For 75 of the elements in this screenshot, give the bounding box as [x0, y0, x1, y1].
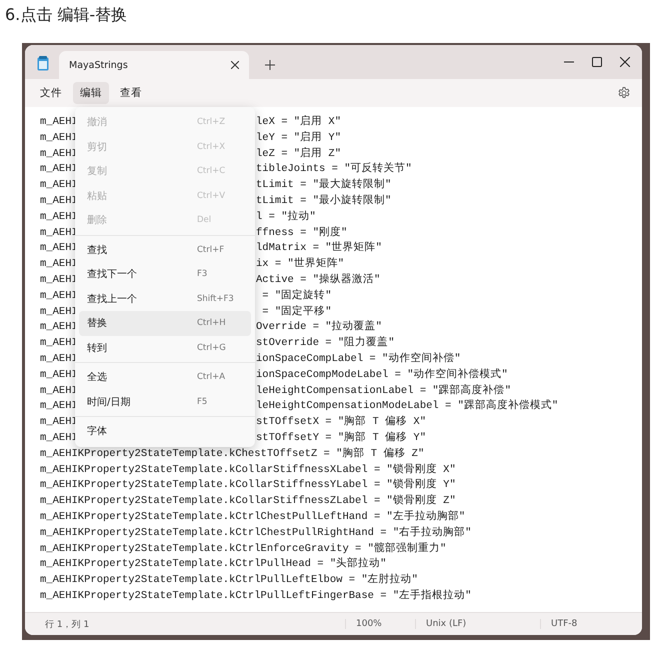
code-line: ffness = "刚度" — [256, 226, 348, 241]
code-line: m_AEHIKProperty2StateTemplate.kCtrlPullLeftElbow = "左肘拉动" — [40, 573, 418, 588]
zoom-level: 100% — [345, 619, 415, 629]
encoding: UTF-8 — [540, 619, 620, 629]
settings-icon[interactable] — [618, 87, 630, 99]
code-line: m_AEHI — [40, 400, 78, 412]
menu-item[interactable]: 查找下一个 F3 — [79, 262, 251, 286]
code-line: l = "拉动" — [256, 210, 316, 225]
menu-item[interactable]: 字体 — [79, 419, 251, 444]
code-line: stTOffsetY = "胸部 T 偏移 Y" — [256, 430, 426, 446]
line-ending: Unix (LF) — [415, 619, 540, 629]
menu-item[interactable]: 转到 Ctrl+G — [79, 336, 251, 360]
code-line: m_AEHIKProperty2StateTemplate.kCollarStiffnessYLabel = "锁骨刚度 Y" — [40, 478, 456, 494]
code-line: m_AEHI — [40, 194, 78, 207]
code-line: leZ = "启用 Z" — [256, 146, 342, 162]
code-line: tLimit = "最小旋转限制" — [256, 194, 392, 209]
code-line: stTOffsetX = "胸部 T 偏移 X" — [256, 415, 426, 430]
plus-icon[interactable] — [265, 60, 275, 70]
code-line: m_AEHIKProperty2StateTemplate.kChestTOffsetZ = "胸部 T 偏移 Z" — [40, 446, 424, 462]
menu-item[interactable]: 查找 Ctrl+F — [79, 238, 251, 262]
notepad-icon — [37, 56, 49, 71]
close-icon[interactable] — [620, 57, 630, 67]
code-line: tLimit = "最大旋转限制" — [256, 178, 392, 194]
code-line: m_AEHI — [40, 258, 78, 270]
menu-item[interactable]: 替换 Ctrl+H — [79, 311, 251, 336]
code-line: m_AEHI — [40, 148, 78, 160]
document-tab[interactable]: MayaStrings — [59, 51, 249, 79]
code-line: m_AEHI — [40, 368, 78, 381]
code-line: stOverride = "阻力覆盖" — [256, 336, 395, 352]
maximize-icon[interactable] — [592, 57, 602, 67]
code-line: m_AEHIKProperty2StateTemplate.kCtrlChestPullLeftHand = "左手拉动胸部" — [40, 510, 466, 525]
code-line: m_AEHIKProperty2StateTemplate.kCtrlPullLeftFingerBase = "左手指根拉动" — [40, 588, 472, 604]
code-line: leHeightCompensationLabel = "踝部高度补偿" — [256, 384, 512, 399]
code-line: = "固定旋转" — [261, 288, 332, 304]
code-line: m_AEHI — [40, 352, 78, 365]
menu-item[interactable]: 全选 Ctrl+A — [79, 365, 251, 390]
code-line: ix = "世界矩阵" — [256, 257, 344, 272]
code-line: m_AEHI — [40, 132, 78, 144]
code-line: leHeightCompensationModeLabel = "踝部高度补偿模式" — [256, 399, 558, 414]
menu-item[interactable]: 查找上一个 Shift+F3 — [79, 286, 251, 311]
code-line: m_AEHIKProperty2StateTemplate.kCtrlEnforceGravity = "髋部强制重力" — [40, 542, 446, 557]
code-line: m_AEHI — [40, 416, 78, 428]
code-line: m_AEHIKProperty2StateTemplate.kCtrlChestPullRightHand = "右手拉动胸部" — [40, 526, 472, 541]
code-line: ionSpaceCompLabel = "动作空间补偿" — [256, 352, 461, 367]
code-line: m_AEHIKProperty2StateTemplate.kCollarStiffnessZLabel = "锁骨刚度 Z" — [40, 494, 456, 510]
code-line: m_AEHI — [40, 306, 78, 318]
code-line: m_AEHI — [40, 116, 78, 128]
code-line: leX = "启用 X" — [256, 115, 342, 130]
step-heading: 6.点击 编辑-替换 — [4, 4, 128, 26]
close-icon[interactable] — [231, 61, 239, 69]
code-line: m_AEHI — [40, 210, 78, 223]
code-line: m_AEHI — [40, 179, 78, 192]
code-line: Active = "操纵器激活" — [256, 272, 380, 288]
code-line: ionSpaceCompModeLabel = "动作空间补偿模式" — [256, 368, 508, 383]
code-line: m_AEHI — [40, 274, 78, 286]
code-line: ldMatrix = "世界矩阵" — [256, 241, 382, 256]
code-line: m_AEHI — [40, 242, 78, 254]
code-line: m_AEHI — [40, 290, 78, 302]
menu-bar-item[interactable]: 文件 — [33, 82, 69, 104]
menu-bar-item[interactable]: 查看 — [113, 82, 149, 104]
menu-item[interactable]: 时间/日期 F5 — [79, 390, 251, 414]
cursor-position: 行 1，列 1 — [44, 618, 90, 630]
code-line: m_AEHI — [40, 163, 78, 176]
code-line: = "固定平移" — [261, 304, 332, 320]
code-line: Override = "拉动覆盖" — [256, 320, 382, 336]
code-line: tibleJoints = "可反转关节" — [256, 162, 412, 178]
code-line: m_AEHI — [40, 337, 78, 350]
code-line: m_AEHI — [40, 384, 78, 397]
code-line: m_AEHI — [40, 321, 78, 334]
code-line: m_AEHIKProperty2StateTemplate.kCollarStiffnessXLabel = "锁骨刚度 X" — [40, 462, 456, 478]
code-line: leY = "启用 Y" — [256, 130, 342, 146]
code-line: m_AEHIKProperty2StateTemplate.kCtrlPullHead = "头部拉动" — [40, 557, 386, 572]
code-line: m_AEHI — [40, 432, 78, 444]
code-line: m_AEHI — [40, 226, 78, 239]
menu-bar-item[interactable]: 编辑 — [73, 82, 109, 104]
